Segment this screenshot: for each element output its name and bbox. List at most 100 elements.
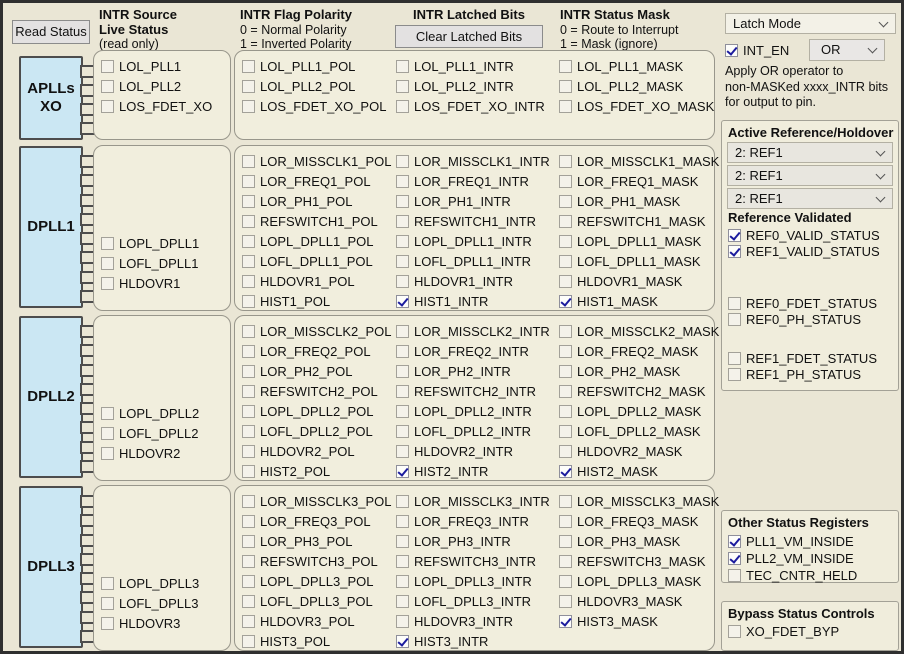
checkbox-HLDOVR3_INTR[interactable]	[396, 615, 409, 628]
checkbox-row-LOL_PLL1_POL[interactable]: LOL_PLL1_POL	[242, 56, 394, 76]
checkbox-LOR_MISSCLK1_POL[interactable]	[242, 155, 255, 168]
checkbox-LOFL_DPLL2_INTR[interactable]	[396, 425, 409, 438]
checkbox-HIST1_MASK[interactable]	[559, 295, 572, 308]
checkbox-LOL_PLL1_INTR[interactable]	[396, 60, 409, 73]
checkbox-LOFL_DPLL1[interactable]	[101, 257, 114, 270]
checkbox-row-LOS_FDET_XO_INTR[interactable]: LOS_FDET_XO_INTR	[396, 96, 548, 116]
checkbox-row-PLL2_VM_INSIDE[interactable]: PLL2_VM_INSIDE	[728, 550, 857, 567]
checkbox-HLDOVR1_MASK[interactable]	[559, 275, 572, 288]
checkbox-row-LOR_PH2_MASK[interactable]: LOR_PH2_MASK	[559, 361, 712, 381]
checkbox-LOFL_DPLL2_POL[interactable]	[242, 425, 255, 438]
checkbox-HLDOVR1[interactable]	[101, 277, 114, 290]
checkbox-row-LOR_MISSCLK1_INTR[interactable]: LOR_MISSCLK1_INTR	[396, 151, 548, 171]
checkbox-row-REF1_VALID_STATUS[interactable]: REF1_VALID_STATUS	[728, 243, 880, 259]
checkbox-row-LOR_MISSCLK2_POL[interactable]: LOR_MISSCLK2_POL	[242, 321, 394, 341]
checkbox-row-LOR_MISSCLK2_INTR[interactable]: LOR_MISSCLK2_INTR	[396, 321, 548, 341]
checkbox-LOPL_DPLL1[interactable]	[101, 237, 114, 250]
checkbox-row-REFSWITCH2_POL[interactable]: REFSWITCH2_POL	[242, 381, 394, 401]
checkbox-XO_FDET_BYP[interactable]	[728, 625, 741, 638]
checkbox-row-HLDOVR1_MASK[interactable]: HLDOVR1_MASK	[559, 271, 712, 291]
checkbox-row-LOPL_DPLL3_INTR[interactable]: LOPL_DPLL3_INTR	[396, 571, 548, 591]
checkbox-REFSWITCH1_INTR[interactable]	[396, 215, 409, 228]
checkbox-row-LOS_FDET_XO_POL[interactable]: LOS_FDET_XO_POL	[242, 96, 394, 116]
checkbox-LOR_MISSCLK2_POL[interactable]	[242, 325, 255, 338]
checkbox-row-LOR_MISSCLK3_MASK[interactable]: LOR_MISSCLK3_MASK	[559, 491, 712, 511]
checkbox-row-LOR_PH1_POL[interactable]: LOR_PH1_POL	[242, 191, 394, 211]
checkbox-row-LOR_MISSCLK3_POL[interactable]: LOR_MISSCLK3_POL	[242, 491, 394, 511]
checkbox-row-LOR_FREQ3_POL[interactable]: LOR_FREQ3_POL	[242, 511, 394, 531]
checkbox-row-LOR_MISSCLK1_MASK[interactable]: LOR_MISSCLK1_MASK	[559, 151, 712, 171]
checkbox-row-LOPL_DPLL2_MASK[interactable]: LOPL_DPLL2_MASK	[559, 401, 712, 421]
checkbox-LOR_PH2_MASK[interactable]	[559, 365, 572, 378]
checkbox-HLDOVR2_INTR[interactable]	[396, 445, 409, 458]
checkbox-row-REF1_PH_STATUS[interactable]: REF1_PH_STATUS	[728, 366, 877, 382]
checkbox-HLDOVR2[interactable]	[101, 447, 114, 460]
checkbox-HIST1_POL[interactable]	[242, 295, 255, 308]
checkbox-HLDOVR3_MASK[interactable]	[559, 595, 572, 608]
checkbox-row-LOR_PH2_INTR[interactable]: LOR_PH2_INTR	[396, 361, 548, 381]
checkbox-row-LOL_PLL1_INTR[interactable]: LOL_PLL1_INTR	[396, 56, 548, 76]
checkbox-row-HLDOVR1_INTR[interactable]: HLDOVR1_INTR	[396, 271, 548, 291]
checkbox-row-REFSWITCH1_MASK[interactable]: REFSWITCH1_MASK	[559, 211, 712, 231]
checkbox-LOL_PLL1[interactable]	[101, 60, 114, 73]
checkbox-LOFL_DPLL2_MASK[interactable]	[559, 425, 572, 438]
checkbox-row-LOR_PH1_INTR[interactable]: LOR_PH1_INTR	[396, 191, 548, 211]
checkbox-row-REFSWITCH1_INTR[interactable]: REFSWITCH1_INTR	[396, 211, 548, 231]
checkbox-row-HIST2_INTR[interactable]: HIST2_INTR	[396, 461, 548, 481]
checkbox-row-REFSWITCH3_INTR[interactable]: REFSWITCH3_INTR	[396, 551, 548, 571]
checkbox-row-LOFL_DPLL2_POL[interactable]: LOFL_DPLL2_POL	[242, 421, 394, 441]
checkbox-row-LOPL_DPLL3[interactable]: LOPL_DPLL3	[101, 573, 229, 593]
checkbox-row-HLDOVR3_MASK[interactable]: HLDOVR3_MASK	[559, 591, 712, 611]
checkbox-LOS_FDET_XO[interactable]	[101, 100, 114, 113]
checkbox-LOFL_DPLL1_POL[interactable]	[242, 255, 255, 268]
checkbox-LOPL_DPLL3_MASK[interactable]	[559, 575, 572, 588]
checkbox-row-HIST3_INTR[interactable]: HIST3_INTR	[396, 631, 548, 651]
checkbox-row-HLDOVR3[interactable]: HLDOVR3	[101, 613, 229, 633]
checkbox-row-LOPL_DPLL3_MASK[interactable]: LOPL_DPLL3_MASK	[559, 571, 712, 591]
checkbox-LOS_FDET_XO_INTR[interactable]	[396, 100, 409, 113]
checkbox-row-LOL_PLL1_MASK[interactable]: LOL_PLL1_MASK	[559, 56, 712, 76]
checkbox-HLDOVR2_POL[interactable]	[242, 445, 255, 458]
checkbox-PLL1_VM_INSIDE[interactable]	[728, 535, 741, 548]
checkbox-LOFL_DPLL3_POL[interactable]	[242, 595, 255, 608]
checkbox-LOPL_DPLL2_MASK[interactable]	[559, 405, 572, 418]
checkbox-LOR_PH2_INTR[interactable]	[396, 365, 409, 378]
checkbox-HIST1_INTR[interactable]	[396, 295, 409, 308]
checkbox-row-LOFL_DPLL1[interactable]: LOFL_DPLL1	[101, 253, 229, 273]
reference-select[interactable]: 2: REF1	[727, 188, 893, 209]
checkbox-HLDOVR1_INTR[interactable]	[396, 275, 409, 288]
checkbox-row-HLDOVR2_POL[interactable]: HLDOVR2_POL	[242, 441, 394, 461]
checkbox-LOPL_DPLL3[interactable]	[101, 577, 114, 590]
checkbox-LOR_FREQ2_MASK[interactable]	[559, 345, 572, 358]
checkbox-LOPL_DPLL3_POL[interactable]	[242, 575, 255, 588]
checkbox-row-XO_FDET_BYP[interactable]: XO_FDET_BYP	[728, 623, 839, 640]
checkbox-LOPL_DPLL2_POL[interactable]	[242, 405, 255, 418]
checkbox-LOR_MISSCLK1_MASK[interactable]	[559, 155, 572, 168]
clear-latched-bits-button[interactable]: Clear Latched Bits	[395, 25, 543, 48]
checkbox-HIST2_MASK[interactable]	[559, 465, 572, 478]
checkbox-row-HIST2_POL[interactable]: HIST2_POL	[242, 461, 394, 481]
checkbox-HLDOVR2_MASK[interactable]	[559, 445, 572, 458]
checkbox-LOL_PLL1_POL[interactable]	[242, 60, 255, 73]
reference-select[interactable]: 2: REF1	[727, 165, 893, 186]
checkbox-REFSWITCH3_MASK[interactable]	[559, 555, 572, 568]
checkbox-row-TEC_CNTR_HELD[interactable]: TEC_CNTR_HELD	[728, 567, 857, 584]
checkbox-REFSWITCH2_INTR[interactable]	[396, 385, 409, 398]
checkbox-LOPL_DPLL1_INTR[interactable]	[396, 235, 409, 248]
checkbox-HIST2_INTR[interactable]	[396, 465, 409, 478]
checkbox-REF0_FDET_STATUS[interactable]	[728, 297, 741, 310]
checkbox-row-PLL1_VM_INSIDE[interactable]: PLL1_VM_INSIDE	[728, 533, 857, 550]
checkbox-LOR_PH3_INTR[interactable]	[396, 535, 409, 548]
checkbox-LOPL_DPLL3_INTR[interactable]	[396, 575, 409, 588]
checkbox-row-LOR_FREQ3_MASK[interactable]: LOR_FREQ3_MASK	[559, 511, 712, 531]
checkbox-row-LOFL_DPLL3_INTR[interactable]: LOFL_DPLL3_INTR	[396, 591, 548, 611]
checkbox-LOPL_DPLL1_POL[interactable]	[242, 235, 255, 248]
checkbox-row-LOS_FDET_XO_MASK[interactable]: LOS_FDET_XO_MASK	[559, 96, 712, 116]
checkbox-REF1_FDET_STATUS[interactable]	[728, 352, 741, 365]
checkbox-row-HLDOVR3_INTR[interactable]: HLDOVR3_INTR	[396, 611, 548, 631]
checkbox-LOR_FREQ1_POL[interactable]	[242, 175, 255, 188]
checkbox-LOFL_DPLL3[interactable]	[101, 597, 114, 610]
checkbox-LOL_PLL1_MASK[interactable]	[559, 60, 572, 73]
checkbox-row-REF0_PH_STATUS[interactable]: REF0_PH_STATUS	[728, 311, 877, 327]
checkbox-TEC_CNTR_HELD[interactable]	[728, 569, 741, 582]
